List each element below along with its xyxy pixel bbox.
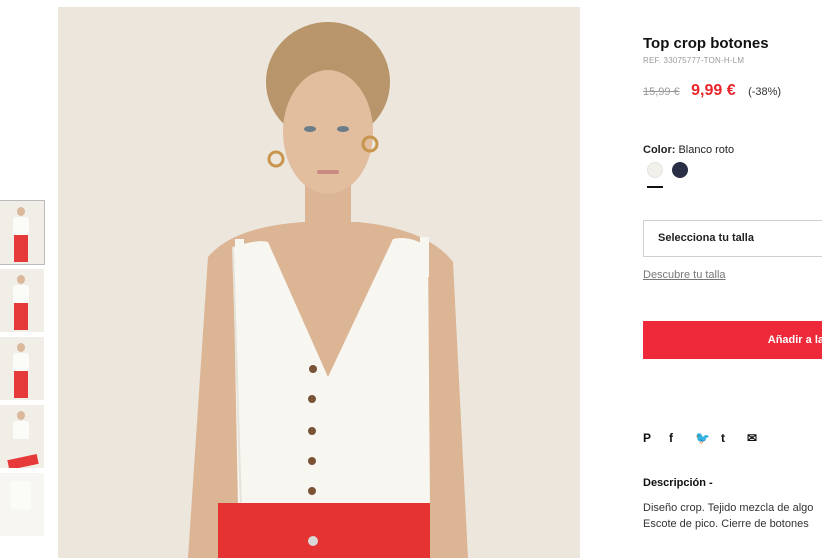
product-main-image[interactable] <box>58 7 580 558</box>
description-title[interactable]: Descripción - <box>643 477 713 489</box>
color-label-title: Color: <box>643 144 676 156</box>
color-swatch-blanco-roto[interactable] <box>647 162 663 178</box>
thumbnail-1[interactable] <box>0 200 45 265</box>
thumbnail-3[interactable] <box>0 337 44 400</box>
thumb-pants <box>14 235 28 262</box>
description-text: Diseño crop. Tejido mezcla de algo Escot… <box>643 500 822 532</box>
email-icon[interactable]: ✉ <box>747 431 773 445</box>
thumb-pants <box>7 453 39 468</box>
thumb-figure <box>17 343 25 352</box>
thumb-top <box>13 353 29 371</box>
color-label: Color: Blanco roto <box>643 144 734 156</box>
thumb-top <box>13 285 29 303</box>
discount-badge: (-38%) <box>748 86 782 98</box>
description-line-2: Escote de pico. Cierre de botones <box>643 518 809 530</box>
product-reference: REF. 33075777-TON-H-LM <box>643 56 745 65</box>
share-icons: P f 🐦 t ✉ <box>643 431 773 445</box>
tumblr-icon[interactable]: t <box>721 431 747 445</box>
add-to-cart-button[interactable]: Añadir a la <box>643 321 822 359</box>
model-illustration <box>188 22 468 558</box>
price-row: 15,99 € 9,99 € (-38%) <box>643 82 781 100</box>
thumb-figure <box>17 207 25 216</box>
thumbnail-5[interactable] <box>0 473 44 536</box>
size-select[interactable]: Selecciona tu talla <box>643 220 822 257</box>
sale-price: 9,99 € <box>691 82 736 99</box>
thumb-pants <box>14 303 28 330</box>
thumbnail-2[interactable] <box>0 269 44 332</box>
old-price: 15,99 € <box>643 86 680 98</box>
thumb-top <box>13 217 29 235</box>
product-title: Top crop botones <box>643 35 769 52</box>
twitter-icon[interactable]: 🐦 <box>695 431 721 445</box>
color-value: Blanco roto <box>678 144 735 156</box>
thumb-top <box>13 421 29 439</box>
selected-swatch-indicator <box>647 186 663 188</box>
thumbnail-strip <box>0 200 45 541</box>
thumb-figure <box>17 275 25 284</box>
product-info-panel: Top crop botones REF. 33075777-TON-H-LM … <box>643 0 822 558</box>
thumb-pants <box>14 371 28 398</box>
facebook-icon[interactable]: f <box>669 431 695 445</box>
pinterest-icon[interactable]: P <box>643 431 669 445</box>
thumb-top <box>11 481 31 509</box>
color-swatch-navy[interactable] <box>672 162 688 178</box>
thumbnail-4[interactable] <box>0 405 44 468</box>
thumb-figure <box>17 411 25 420</box>
description-line-1: Diseño crop. Tejido mezcla de algo <box>643 502 814 514</box>
size-guide-link[interactable]: Descubre tu talla <box>643 269 726 281</box>
